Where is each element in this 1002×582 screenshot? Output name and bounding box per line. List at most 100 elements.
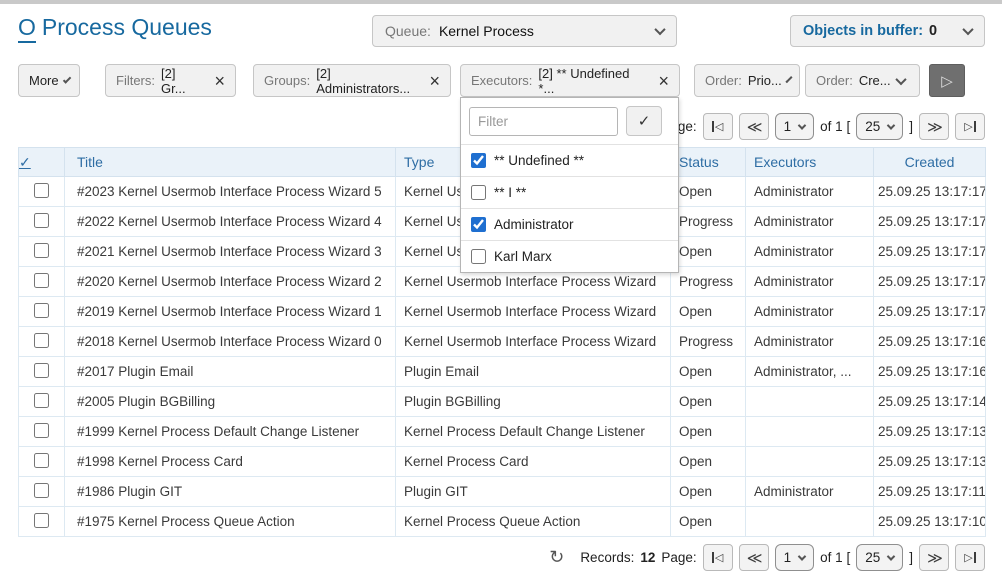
- row-checkbox[interactable]: [34, 483, 49, 498]
- last-page-button[interactable]: ▷: [955, 544, 985, 571]
- column-title[interactable]: Title: [65, 148, 396, 177]
- cell-title: #2021 Kernel Usermob Interface Process W…: [65, 237, 396, 267]
- cell-executors: Administrator: [746, 177, 874, 207]
- first-page-button[interactable]: ◁: [703, 113, 733, 140]
- last-page-button[interactable]: ▷: [955, 113, 985, 140]
- queue-logo: O: [18, 14, 36, 43]
- cell-executors: [746, 387, 874, 417]
- table-row[interactable]: #1999 Kernel Process Default Change List…: [19, 417, 986, 447]
- groups-chip[interactable]: Groups: [2] Administrators... ×: [253, 64, 451, 97]
- executor-option-administrator[interactable]: Administrator: [461, 208, 678, 240]
- cell-status: Open: [671, 477, 746, 507]
- table-row[interactable]: #2005 Plugin BGBilling Plugin BGBilling …: [19, 387, 986, 417]
- executors-label: Executors:: [471, 73, 532, 88]
- page-of-label: of 1 [: [820, 119, 850, 134]
- next-page-button[interactable]: ≫: [919, 544, 949, 571]
- row-checkbox[interactable]: [34, 453, 49, 468]
- row-checkbox[interactable]: [34, 303, 49, 318]
- row-checkbox[interactable]: [34, 183, 49, 198]
- cell-type: Plugin GIT: [396, 477, 671, 507]
- column-executors[interactable]: Executors: [746, 148, 874, 177]
- cell-created: 25.09.25 13:17:14: [874, 387, 986, 417]
- executor-option-i[interactable]: ** I **: [461, 176, 678, 208]
- more-button[interactable]: More: [18, 64, 80, 97]
- cell-title: #1975 Kernel Process Queue Action: [65, 507, 396, 537]
- executor-filter-input[interactable]: [469, 107, 618, 136]
- page-number-select[interactable]: 1: [775, 544, 815, 571]
- order-label: Order:: [705, 73, 742, 88]
- close-icon[interactable]: ×: [658, 72, 669, 90]
- cell-executors: [746, 507, 874, 537]
- cell-status: Open: [671, 177, 746, 207]
- cell-status: Open: [671, 237, 746, 267]
- select-all-link[interactable]: ✓: [19, 154, 31, 170]
- filters-value: [2] Gr...: [161, 66, 202, 96]
- executor-option-undefined[interactable]: ** Undefined **: [461, 144, 678, 176]
- close-icon[interactable]: ×: [214, 72, 225, 90]
- executor-option-checkbox[interactable]: [471, 185, 486, 200]
- prev-page-button[interactable]: ≪: [739, 544, 769, 571]
- groups-label: Groups:: [264, 73, 310, 88]
- queue-select[interactable]: Queue: Kernel Process: [372, 15, 677, 47]
- close-icon[interactable]: ×: [429, 72, 440, 90]
- queue-label: Queue:: [385, 23, 431, 39]
- records-label: Records:: [580, 550, 634, 565]
- executor-option-karl-marx[interactable]: Karl Marx: [461, 240, 678, 272]
- chevron-down-icon: [962, 24, 973, 35]
- table-row[interactable]: #1986 Plugin GIT Plugin GIT Open Adminis…: [19, 477, 986, 507]
- first-page-button[interactable]: ◁: [703, 544, 733, 571]
- cell-executors: [746, 447, 874, 477]
- executors-dropdown-panel: ✓ ** Undefined ** ** I ** Administrator …: [460, 97, 679, 273]
- objects-in-buffer-dropdown[interactable]: Objects in buffer: 0: [790, 15, 985, 47]
- column-created[interactable]: Created: [874, 148, 986, 177]
- cell-type: Kernel Process Queue Action: [396, 507, 671, 537]
- table-row[interactable]: #1975 Kernel Process Queue Action Kernel…: [19, 507, 986, 537]
- row-checkbox[interactable]: [34, 423, 49, 438]
- cell-title: #1986 Plugin GIT: [65, 477, 396, 507]
- row-checkbox[interactable]: [34, 513, 49, 528]
- apply-filter-button[interactable]: ✓: [626, 106, 662, 136]
- cell-executors: Administrator: [746, 327, 874, 357]
- page-number-select[interactable]: 1: [775, 113, 815, 140]
- row-checkbox[interactable]: [34, 333, 49, 348]
- table-row[interactable]: #2018 Kernel Usermob Interface Process W…: [19, 327, 986, 357]
- cell-executors: [746, 417, 874, 447]
- table-row[interactable]: #2017 Plugin Email Plugin Email Open Adm…: [19, 357, 986, 387]
- run-filter-button[interactable]: ▷: [929, 64, 965, 97]
- prev-page-icon: ≪: [747, 549, 761, 567]
- queue-value: Kernel Process: [439, 23, 534, 39]
- chevron-down-icon: [887, 552, 895, 560]
- table-row[interactable]: #1998 Kernel Process Card Kernel Process…: [19, 447, 986, 477]
- executors-chip[interactable]: Executors: [2] ** Undefined *... ×: [460, 64, 680, 97]
- page-label: Page:: [661, 550, 696, 565]
- order-created-chip[interactable]: Order: Cre...: [805, 64, 920, 97]
- cell-created: 25.09.25 13:17:17: [874, 177, 986, 207]
- cell-created: 25.09.25 13:17:17: [874, 207, 986, 237]
- filters-chip[interactable]: Filters: [2] Gr... ×: [105, 64, 236, 97]
- executor-option-checkbox[interactable]: [471, 153, 486, 168]
- cell-status: Open: [671, 417, 746, 447]
- next-page-button[interactable]: ≫: [919, 113, 949, 140]
- executor-option-checkbox[interactable]: [471, 217, 486, 232]
- buffer-label: Objects in buffer:: [803, 23, 923, 39]
- executor-option-label: ** Undefined **: [494, 153, 584, 168]
- order-priority-chip[interactable]: Order: Prio...: [694, 64, 800, 97]
- page-size-select[interactable]: 25: [856, 113, 903, 140]
- executor-option-checkbox[interactable]: [471, 249, 486, 264]
- prev-page-button[interactable]: ≪: [739, 113, 769, 140]
- cell-type: Kernel Usermob Interface Process Wizard: [396, 297, 671, 327]
- page-title: OProcess Queues: [18, 14, 212, 41]
- cell-created: 25.09.25 13:17:11: [874, 477, 986, 507]
- refresh-icon[interactable]: ↻: [549, 547, 564, 568]
- chevron-down-icon: [62, 75, 71, 84]
- row-checkbox[interactable]: [34, 273, 49, 288]
- column-status[interactable]: Status: [671, 148, 746, 177]
- row-checkbox[interactable]: [34, 393, 49, 408]
- row-checkbox[interactable]: [34, 213, 49, 228]
- table-row[interactable]: #2019 Kernel Usermob Interface Process W…: [19, 297, 986, 327]
- cell-status: Progress: [671, 207, 746, 237]
- page-title-text: Process Queues: [42, 14, 212, 40]
- row-checkbox[interactable]: [34, 363, 49, 378]
- row-checkbox[interactable]: [34, 243, 49, 258]
- page-size-select[interactable]: 25: [856, 544, 903, 571]
